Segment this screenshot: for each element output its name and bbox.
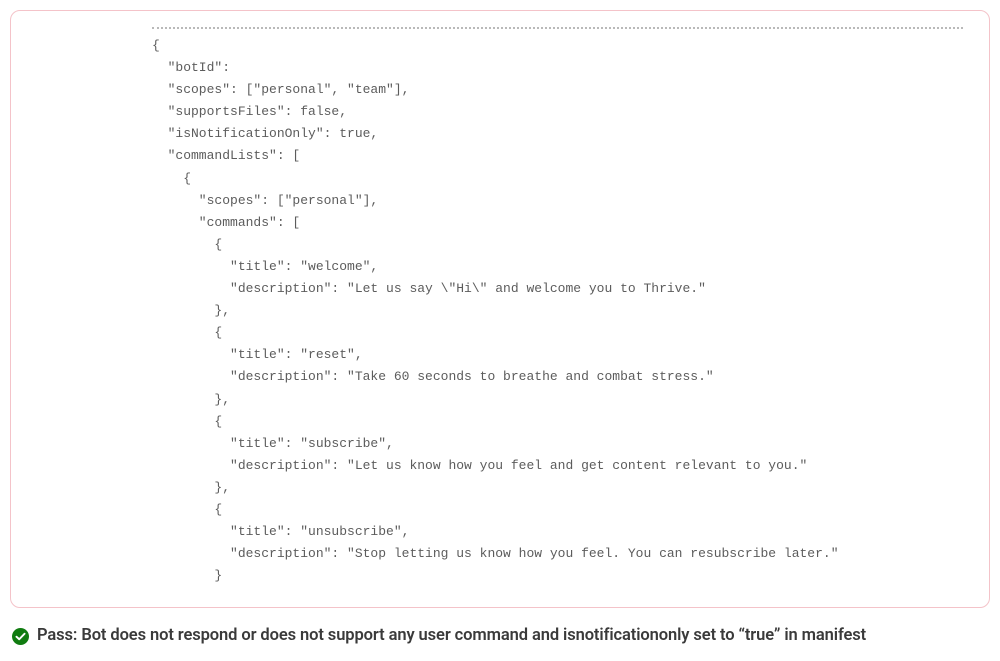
status-row: Pass: Bot does not respond or does not s… xyxy=(10,618,990,651)
code-inner-wrap: { "botId": "scopes": ["personal", "team"… xyxy=(27,27,973,587)
pass-check-icon xyxy=(12,628,29,645)
code-block: { "botId": "scopes": ["personal", "team"… xyxy=(152,35,963,587)
code-card: { "botId": "scopes": ["personal", "team"… xyxy=(10,10,990,608)
dots-border xyxy=(152,27,963,29)
status-text: Pass: Bot does not respond or does not s… xyxy=(37,624,866,647)
